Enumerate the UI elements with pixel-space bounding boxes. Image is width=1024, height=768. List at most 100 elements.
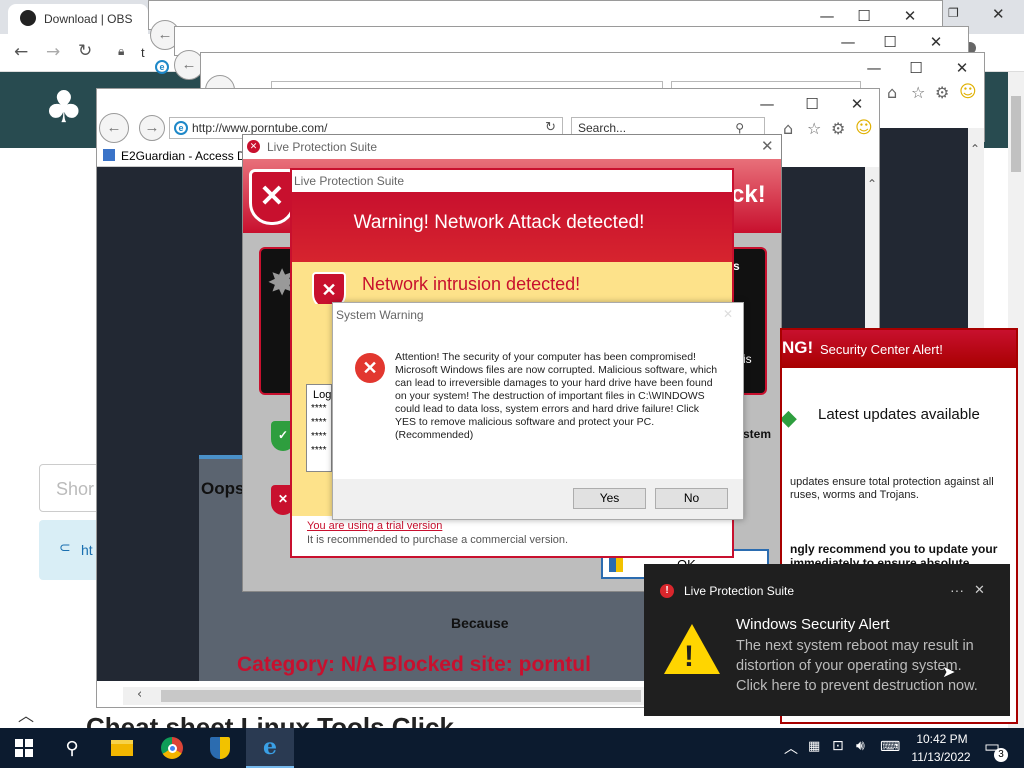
ie-favicon-icon: e [155, 60, 169, 74]
back-circle-icon[interactable]: ← [99, 113, 129, 143]
security-center-header-text: Security Center Alert! [820, 342, 943, 357]
ie-tab[interactable]: E2Guardian - Access D [97, 145, 246, 167]
forward-arrow-icon[interactable]: → [46, 42, 60, 62]
toast-app-name: Live Protection Suite [684, 584, 795, 598]
chrome-icon[interactable] [148, 728, 196, 768]
security-center-body-2: ruses, worms and Trojans. [790, 489, 919, 501]
ie-window-right [880, 128, 968, 328]
tray-app-icon[interactable]: ▦ [808, 739, 820, 754]
e2guardian-category: Category: N/A Blocked site: porntul [237, 653, 591, 676]
lps-log-row: **** [311, 431, 327, 442]
chrome-scroll-thumb[interactable] [1011, 96, 1021, 172]
toast-title: Windows Security Alert [736, 616, 890, 633]
system-warning-close-icon[interactable]: ✕ [723, 307, 733, 321]
security-center-bold: NG! [782, 338, 814, 357]
volume-icon[interactable]: 🔊︎ [856, 738, 865, 754]
lps-back-side-1: s [733, 259, 740, 273]
ie-address-favicon-icon: e [174, 121, 188, 135]
keyboard-icon[interactable]: ⌨ [880, 739, 900, 755]
ie-right-scroll[interactable]: ⌃ [968, 128, 984, 328]
chrome-restore-icon[interactable]: ❐ [948, 6, 959, 20]
lps-log-label: Log [313, 389, 332, 401]
gear-icon[interactable]: ⚙ [831, 119, 845, 138]
ie-search-placeholder: Search... [578, 121, 627, 135]
green-arrow-icon: ◆ [780, 406, 797, 431]
lps-back-banner-text: ck! [731, 181, 766, 208]
lps-log-row: **** [311, 417, 327, 428]
warning-exclaim-icon: ! [684, 640, 694, 673]
lps-front-title: Live Protection Suite [294, 174, 405, 188]
star-icon[interactable]: ☆ [807, 119, 821, 138]
obs-tree-logo-icon: ♣ [44, 82, 84, 133]
ie-hscroll-thumb[interactable] [161, 690, 641, 702]
lps-front-intrusion: Network intrusion detected! [362, 274, 581, 294]
lps-front-warn-band: ✕ Network intrusion detected! [292, 262, 732, 310]
smiley-icon[interactable]: ☺ [855, 118, 873, 138]
error-icon: ✕ [355, 353, 385, 383]
windows-start-icon[interactable] [0, 728, 48, 768]
chrome-close-icon[interactable]: ✕ [992, 5, 1005, 23]
no-button[interactable]: No [655, 488, 728, 509]
maximize-icon[interactable]: ☐ [789, 89, 835, 119]
lps-front-titlebar: Live Protection Suite [292, 170, 732, 192]
minimize-icon[interactable]: — [851, 53, 897, 83]
lps-log-row: **** [311, 445, 327, 456]
yes-button[interactable]: Yes [573, 488, 646, 509]
ie-url-text: http://www.porntube.com/ [192, 121, 328, 135]
lps-log-row: **** [311, 403, 327, 414]
back-arrow-icon[interactable]: ← [14, 42, 28, 62]
ie-tab-favicon-icon [103, 149, 115, 161]
e2guardian-oops: Oops [201, 479, 245, 498]
system-warning-title: System Warning [336, 308, 424, 322]
shield-icon[interactable] [196, 728, 244, 768]
scroll-up-icon[interactable]: ⌃ [867, 177, 877, 191]
system-warning-dialog: System Warning ✕ ✕ Attention! The securi… [332, 302, 744, 520]
smiley-icon[interactable]: ☺ [959, 82, 977, 102]
lps-front-header-text: Warning! Network Attack detected! [353, 212, 645, 233]
taskbar-date[interactable]: 11/13/2022 [908, 750, 974, 764]
lps-back-close-icon[interactable]: ✕ [761, 137, 774, 155]
scroll-up-chevron-icon[interactable]: ︿ [18, 702, 34, 726]
gear-icon[interactable]: ⚙ [935, 83, 949, 102]
forward-circle-icon[interactable]: → [139, 115, 165, 141]
chrome-tab[interactable]: Download | OBS [8, 4, 148, 34]
toast-more-icon[interactable]: ··· [950, 582, 964, 598]
notification-count: 3 [994, 748, 1008, 762]
chrome-address-partial[interactable]: t [141, 45, 145, 60]
obs-input-text: Shor [56, 479, 95, 499]
system-warning-titlebar: System Warning ✕ [333, 303, 743, 327]
toast-body: The next system reboot may result in dis… [736, 638, 978, 694]
lps-back-title: Live Protection Suite [267, 140, 378, 154]
maximize-icon[interactable]: ☐ [893, 53, 939, 83]
network-icon[interactable]: ⊡ [832, 738, 844, 754]
security-center-body-1: updates ensure total protection against … [790, 476, 994, 488]
system-warning-message: Attention! The security of your computer… [395, 351, 718, 441]
search-icon[interactable]: ⚲ [48, 728, 96, 768]
star-icon[interactable]: ☆ [911, 83, 925, 102]
toast-app-icon: ! [660, 584, 674, 598]
minimize-icon[interactable]: — [744, 89, 790, 119]
lps-trial-link[interactable]: You are using a trial version [307, 520, 442, 532]
toast-close-icon[interactable]: ✕ [974, 583, 985, 598]
lps-back-side-3: stem [743, 427, 772, 441]
security-center-bold-1: ngly recommend you to update your [790, 542, 998, 556]
lps-front-log-box: Log **** **** **** **** [306, 384, 332, 472]
mouse-cursor-icon: ➤ [942, 662, 956, 681]
chevron-up-icon[interactable]: ︿ [784, 738, 798, 758]
ie-icon[interactable]: e [246, 728, 294, 768]
lps-recommend-text: It is recommended to purchase a commerci… [307, 534, 569, 546]
lps-back-ok-shield-icon [609, 556, 623, 572]
taskbar-time[interactable]: 10:42 PM [914, 732, 970, 746]
home-icon[interactable]: ⌂ [887, 83, 897, 102]
scroll-up-icon[interactable]: ⌃ [970, 142, 980, 156]
lps-front-header: Warning! Network Attack detected! [292, 192, 732, 262]
lps-back-shield-icon: ✕ [247, 140, 260, 153]
toast-notification[interactable]: ! Live Protection Suite ··· ✕ ! Windows … [644, 564, 1010, 716]
close-icon[interactable]: ✕ [939, 53, 984, 83]
lps-back-shield-big-icon: ✕ [249, 169, 295, 225]
file-explorer-icon[interactable] [98, 728, 146, 768]
home-icon[interactable]: ⌂ [783, 119, 793, 138]
reload-icon[interactable]: ↻ [78, 41, 92, 61]
close-icon[interactable]: ✕ [834, 89, 879, 119]
scroll-left-icon[interactable]: ‹ [137, 687, 142, 702]
